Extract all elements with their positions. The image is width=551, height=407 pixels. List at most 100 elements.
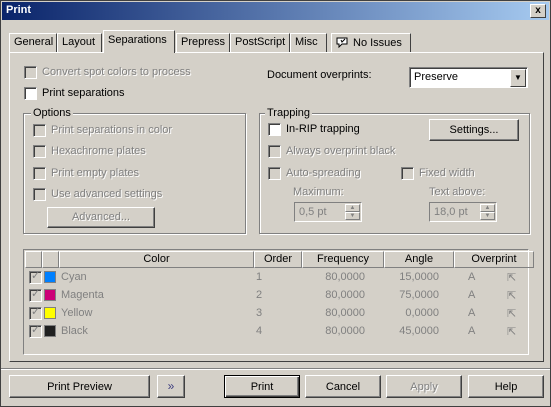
always-overprint-checkbox[interactable] [268, 145, 281, 158]
tab-no-issues[interactable]: No Issues [331, 33, 411, 52]
header-angle[interactable]: Angle [384, 251, 454, 268]
color-swatch [44, 289, 56, 301]
print-separations-label: Print separations [42, 87, 125, 99]
spin-down-icon[interactable]: ▼ [345, 212, 360, 220]
tab-prepress[interactable]: Prepress [176, 33, 230, 52]
row-checkbox[interactable]: ✓ [29, 270, 42, 284]
print-dialog: Print x General Layout Separations Prepr… [0, 0, 551, 407]
spinner-value: 0,5 pt [299, 206, 327, 218]
header-label: Frequency [317, 253, 369, 265]
color-name: Black [61, 325, 88, 337]
angle-value: 15,0000 [399, 271, 439, 283]
document-overprints-select[interactable]: Preserve ▼ [409, 67, 528, 88]
color-name: Cyan [61, 271, 87, 283]
overprint-graphics-icon[interactable]: ⇱ [507, 271, 516, 284]
fixed-width-label: Fixed width [419, 167, 475, 179]
header-swatch[interactable] [42, 251, 59, 268]
header-overprint[interactable]: Overprint [454, 251, 534, 268]
color-swatch [44, 307, 56, 319]
tab-misc[interactable]: Misc [290, 33, 327, 52]
double-chevron-right-icon: » [167, 379, 175, 393]
cancel-button[interactable]: Cancel [305, 375, 381, 398]
hexachrome-label: Hexachrome plates [51, 145, 146, 157]
header-label: Order [263, 253, 293, 265]
tab-label: PostScript [235, 36, 286, 48]
angle-value: 45,0000 [399, 325, 439, 337]
trapping-title: Trapping [265, 107, 313, 119]
header-color[interactable]: Color [59, 251, 254, 268]
separations-table[interactable]: Color Order Frequency Angle Overprint ✓ … [23, 249, 534, 355]
tab-general[interactable]: General [9, 33, 57, 52]
print-button[interactable]: Print [224, 375, 300, 398]
table-row[interactable]: ✓ Black 4 80,0000 45,0000 A ⇱ [25, 323, 527, 341]
close-button[interactable]: x [530, 4, 546, 18]
tab-label: General [14, 36, 54, 48]
spinner-buttons[interactable]: ▲ ▼ [480, 204, 495, 221]
row-checkbox[interactable]: ✓ [29, 306, 42, 320]
button-label: Settings... [449, 124, 499, 136]
tab-separations[interactable]: Separations [103, 30, 175, 53]
document-overprints-label: Document overprints: [267, 69, 372, 81]
footer-separator [1, 368, 550, 370]
trapping-settings-button[interactable]: Settings... [429, 119, 519, 141]
empty-plates-label: Print empty plates [51, 167, 140, 179]
header-check[interactable] [25, 251, 42, 268]
tab-label: Prepress [181, 36, 226, 48]
advanced-settings-checkbox[interactable] [33, 188, 46, 201]
maximum-label: Maximum: [293, 186, 344, 198]
spinner-buttons[interactable]: ▲ ▼ [345, 204, 360, 221]
spin-up-icon[interactable]: ▲ [480, 204, 495, 212]
overprint-text-icon[interactable]: A [468, 289, 475, 301]
header-label: Overprint [471, 253, 517, 265]
help-button[interactable]: Help [468, 375, 544, 398]
chevron-down-icon[interactable]: ▼ [510, 69, 526, 87]
table-row[interactable]: ✓ Yellow 3 80,0000 0,0000 A ⇱ [25, 305, 527, 323]
preview-toggle-button[interactable]: » [157, 375, 185, 398]
advanced-button[interactable]: Advanced... [47, 207, 155, 228]
always-overprint-label: Always overprint black [286, 145, 396, 157]
apply-button[interactable]: Apply [386, 375, 462, 398]
window-title: Print [6, 4, 32, 16]
inrip-trapping-label: In-RIP trapping [286, 123, 360, 135]
frequency-value: 80,0000 [325, 271, 365, 283]
button-label: Cancel [325, 381, 361, 393]
overprint-text-icon[interactable]: A [468, 271, 475, 283]
header-order[interactable]: Order [254, 251, 302, 268]
title-bar: Print x [2, 2, 549, 20]
frequency-value: 80,0000 [325, 307, 365, 319]
row-checkbox[interactable]: ✓ [29, 324, 42, 338]
tab-postscript[interactable]: PostScript [230, 33, 290, 52]
print-in-color-label: Print separations in color [51, 124, 173, 136]
overprint-graphics-icon[interactable]: ⇱ [507, 289, 516, 302]
print-in-color-checkbox[interactable] [33, 124, 46, 137]
overprint-graphics-icon[interactable]: ⇱ [507, 325, 516, 338]
hexachrome-checkbox[interactable] [33, 145, 46, 158]
tab-label: Layout [62, 36, 96, 48]
table-row[interactable]: ✓ Magenta 2 80,0000 75,0000 A ⇱ [25, 287, 527, 305]
overprint-text-icon[interactable]: A [468, 325, 475, 337]
print-preview-button[interactable]: Print Preview [9, 375, 150, 398]
header-label: Color [143, 253, 170, 265]
overprint-text-icon[interactable]: A [468, 307, 475, 319]
spin-up-icon[interactable]: ▲ [345, 204, 360, 212]
empty-plates-checkbox[interactable] [33, 167, 46, 180]
spin-down-icon[interactable]: ▼ [480, 212, 495, 220]
inrip-trapping-checkbox[interactable] [268, 123, 281, 136]
tab-layout[interactable]: Layout [57, 33, 102, 52]
convert-spot-label: Convert spot colors to process [42, 66, 191, 78]
order-value: 2 [256, 289, 263, 301]
table-row[interactable]: ✓ Cyan 1 80,0000 15,0000 A ⇱ [25, 269, 527, 287]
print-separations-checkbox[interactable] [24, 87, 37, 100]
button-label: Apply [410, 381, 438, 393]
text-above-spinner[interactable]: 18,0 pt ▲ ▼ [429, 202, 497, 222]
overprint-graphics-icon[interactable]: ⇱ [507, 307, 516, 320]
maximum-spinner[interactable]: 0,5 pt ▲ ▼ [294, 202, 362, 222]
auto-spreading-checkbox[interactable] [268, 167, 281, 180]
header-frequency[interactable]: Frequency [302, 251, 384, 268]
button-label: Advanced... [71, 211, 131, 223]
frequency-value: 80,0000 [325, 325, 365, 337]
row-checkbox[interactable]: ✓ [29, 288, 42, 302]
convert-spot-checkbox[interactable] [24, 66, 37, 79]
select-value: Preserve [414, 71, 459, 83]
fixed-width-checkbox[interactable] [401, 167, 414, 180]
